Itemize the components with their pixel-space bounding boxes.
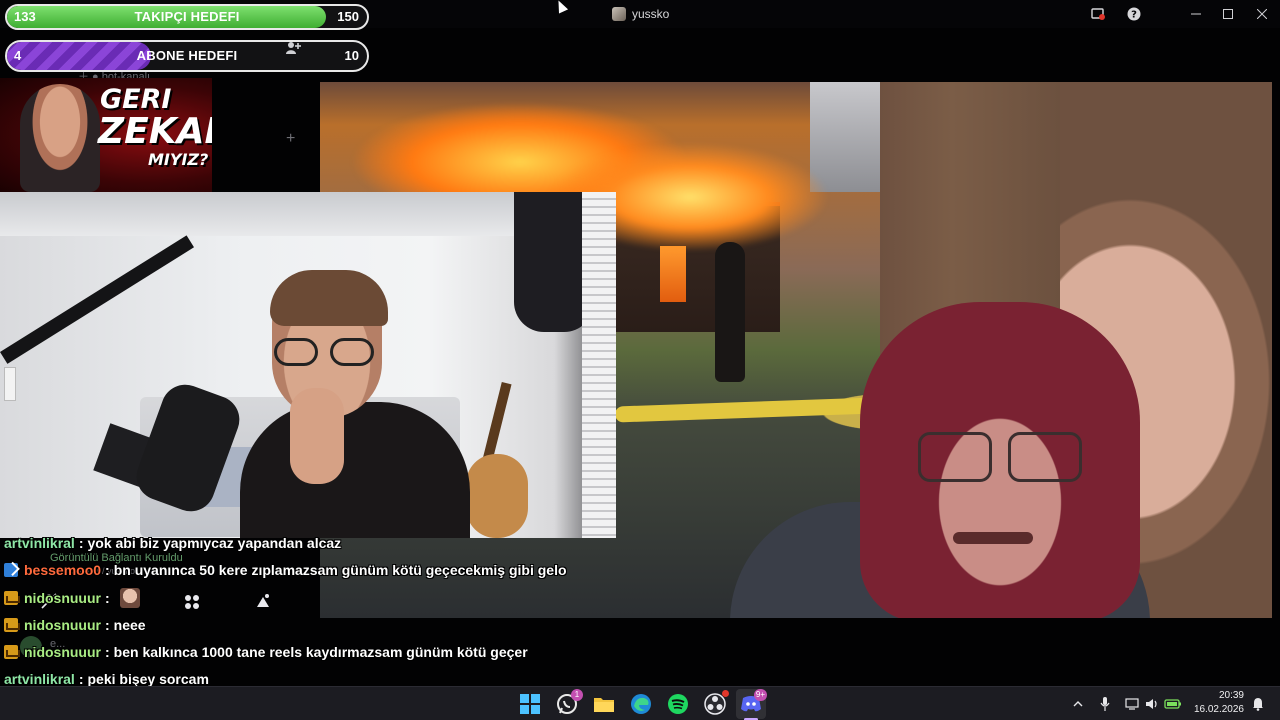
close-icon[interactable] bbox=[1244, 0, 1280, 28]
chat-separator: : bbox=[78, 535, 84, 551]
subscriber-badge-icon bbox=[4, 591, 20, 605]
webcam-streamer-glasses bbox=[272, 338, 382, 368]
window-title: yussko bbox=[632, 7, 670, 21]
video-hose bbox=[614, 397, 876, 423]
maximize-icon[interactable] bbox=[1212, 0, 1244, 28]
window-controls: ? bbox=[1082, 0, 1280, 28]
chat-username[interactable]: nidosnuuur bbox=[24, 617, 101, 633]
chat-text: bn uyanınca 50 kere zıplamazsam günüm kö… bbox=[113, 562, 567, 578]
obs-icon[interactable] bbox=[703, 690, 729, 716]
video-thumbnail[interactable]: GERI ZEKALI MIYIZ? bbox=[0, 78, 212, 192]
network-icon[interactable] bbox=[1124, 687, 1140, 720]
webcam-feed bbox=[0, 192, 616, 538]
thumbnail-text-3: MIYIZ? bbox=[148, 150, 209, 169]
follower-goal-bar: 133 TAKIPÇI HEDEFI 150 bbox=[5, 4, 369, 30]
chat-separator: : bbox=[105, 644, 110, 660]
chat-text: yok abi biz yapmıycaz yapandan alcaz bbox=[87, 535, 342, 551]
chat-separator: : bbox=[78, 671, 84, 687]
discord-badge: 9+ bbox=[753, 689, 767, 701]
taskbar: 1 9+ 20:39 16.02.2026 bbox=[0, 686, 1280, 720]
minimize-icon[interactable] bbox=[1180, 0, 1212, 28]
chat-text: neee bbox=[113, 617, 146, 633]
chat-username[interactable]: bessemoo0 bbox=[24, 562, 101, 578]
folder-icon[interactable] bbox=[592, 692, 616, 716]
system-clock[interactable]: 20:39 16.02.2026 bbox=[1184, 689, 1244, 717]
subscriber-badge-icon bbox=[4, 645, 20, 659]
whatsapp-icon[interactable]: 1 bbox=[555, 689, 583, 716]
thumbnail-person bbox=[20, 84, 100, 192]
video-streamer-glasses bbox=[918, 432, 1088, 486]
add-user-icon[interactable] bbox=[285, 41, 301, 58]
chat-separator: : bbox=[105, 590, 110, 606]
webcam-guitar-neck bbox=[482, 381, 512, 463]
webcam-streamer-shirt bbox=[240, 402, 470, 538]
chat-username[interactable]: nidosnuuur bbox=[24, 590, 101, 606]
subscriber-goal-target: 10 bbox=[344, 48, 359, 63]
chat-username[interactable]: artvinlikral bbox=[4, 671, 75, 687]
subscriber-goal-bar: 4 ABONE HEDEFI 10 bbox=[5, 40, 369, 72]
windows-logo-icon[interactable] bbox=[518, 692, 542, 716]
chat-emote bbox=[119, 588, 140, 608]
spotify-icon[interactable] bbox=[666, 692, 690, 716]
thumbnail-text-2: ZEKALI bbox=[98, 111, 212, 152]
video-window bbox=[660, 246, 686, 302]
add-icon[interactable]: + bbox=[286, 130, 295, 148]
svg-text:?: ? bbox=[1131, 10, 1137, 21]
chat-separator: : bbox=[105, 562, 110, 578]
notification-icon[interactable] bbox=[1250, 687, 1266, 720]
chat-message: nidosnuuur: bbox=[4, 587, 140, 609]
webcam-guitar bbox=[466, 454, 528, 538]
verified-badge-icon bbox=[4, 563, 18, 577]
webcam-door bbox=[582, 192, 616, 538]
chat-username[interactable]: nidosnuuur bbox=[24, 644, 101, 660]
webcam-streamer-hand bbox=[290, 388, 344, 484]
whatsapp-badge: 1 bbox=[571, 689, 583, 701]
obs-recording-dot bbox=[722, 690, 729, 697]
video-streamer-mouth bbox=[953, 532, 1033, 544]
chat-username[interactable]: artvinlikral bbox=[4, 535, 75, 551]
discord-icon[interactable]: 9+ bbox=[739, 689, 767, 716]
webcam-outlet bbox=[4, 367, 16, 401]
volume-icon[interactable] bbox=[1144, 687, 1160, 720]
chat-separator: : bbox=[105, 617, 110, 633]
chat-message: bessemoo0: bn uyanınca 50 kere zıplamazsa… bbox=[4, 559, 567, 581]
subscriber-goal-title: ABONE HEDEFI bbox=[136, 48, 238, 63]
chat-text: peki bişey sorcam bbox=[87, 671, 209, 687]
battery-icon[interactable] bbox=[1164, 687, 1182, 720]
chevron-up-icon[interactable] bbox=[1070, 687, 1086, 720]
record-icon[interactable] bbox=[1082, 0, 1114, 28]
webcam-mic-arm bbox=[0, 235, 194, 364]
microphone-icon[interactable] bbox=[1097, 687, 1113, 720]
window-title-area[interactable]: yussko bbox=[612, 6, 669, 22]
webcam-streamer-hair bbox=[270, 270, 388, 326]
clock-time: 20:39 bbox=[1218, 690, 1244, 701]
server-avatar bbox=[612, 7, 626, 21]
chat-message: artvinlikral: yok abi biz yapmıycaz yapan… bbox=[4, 532, 341, 554]
follower-goal-target: 150 bbox=[337, 9, 359, 24]
video-person bbox=[715, 242, 745, 382]
subscriber-badge-icon bbox=[4, 618, 20, 632]
chat-message: nidosnuuur: neee bbox=[4, 614, 146, 636]
follower-goal-title: TAKIPÇI HEDEFI bbox=[134, 9, 240, 24]
chat-message: nidosnuuur: ben kalkınca 1000 tane reels … bbox=[4, 641, 528, 663]
help-icon[interactable]: ? bbox=[1118, 0, 1150, 28]
chat-text: ben kalkınca 1000 tane reels kaydırmazsa… bbox=[113, 644, 528, 660]
screen: yussko ? 133 TAKIPÇI HEDEFI 150 4 ABONE … bbox=[0, 0, 1280, 720]
edge-icon[interactable] bbox=[629, 692, 653, 716]
clock-date: 16.02.2026 bbox=[1193, 704, 1244, 715]
